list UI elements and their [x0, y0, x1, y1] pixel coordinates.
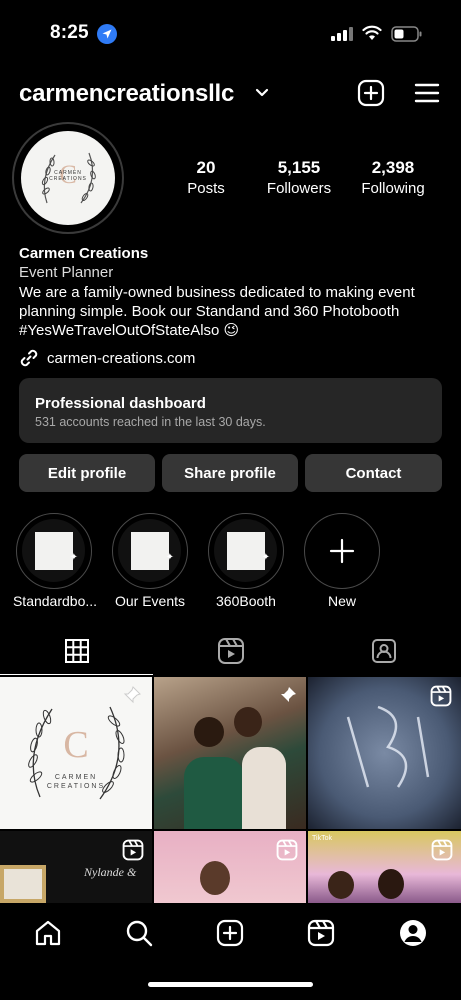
menu-icon[interactable] — [414, 82, 440, 104]
highlight-new[interactable] — [304, 513, 380, 589]
logo-text-line: CARMEN — [54, 774, 98, 781]
profile-bio: We are a family-owned business dedicated… — [19, 284, 415, 339]
highlight-our-events[interactable]: ✦ — [112, 513, 188, 589]
names-overlay: Nylande & — [84, 865, 137, 879]
reels-icon — [218, 638, 244, 664]
link-icon — [20, 349, 38, 367]
svg-text:C: C — [63, 724, 88, 766]
reels-nav-tab[interactable] — [307, 919, 335, 947]
tagged-user-icon — [372, 639, 396, 663]
profile-icon — [400, 920, 426, 946]
post-tile[interactable]: TikTok — [308, 831, 461, 903]
highlight-360booth[interactable]: ✦ — [208, 513, 284, 589]
reel-icon — [431, 839, 453, 861]
highlight-label: Our Events — [114, 593, 186, 609]
post-tile[interactable] — [154, 677, 306, 829]
tiktok-badge: TikTok — [312, 835, 332, 842]
home-tab[interactable] — [34, 919, 62, 947]
profile-category: Event Planner — [19, 264, 114, 281]
dashboard-subtitle: 531 accounts reached in the last 30 days… — [35, 415, 266, 429]
logo-text-line: CREATIONS — [46, 783, 106, 790]
create-icon — [216, 919, 244, 947]
highlight-label: New — [327, 593, 356, 609]
search-tab[interactable] — [125, 919, 153, 947]
search-icon — [126, 920, 153, 947]
edit-profile-button[interactable]: Edit profile — [19, 454, 155, 492]
post-tile[interactable]: C CARMEN CREATIONS — [0, 677, 152, 829]
create-tab[interactable] — [216, 919, 244, 947]
create-post-icon[interactable] — [357, 79, 385, 107]
active-tab-indicator — [0, 674, 153, 675]
wifi-icon — [362, 25, 382, 41]
reels-icon — [307, 919, 335, 947]
profile-display-name: Carmen Creations — [19, 245, 149, 262]
followers-count[interactable]: 5,155 Followers — [254, 158, 344, 197]
tagged-tab[interactable] — [370, 637, 398, 665]
highlight-standardbooth[interactable]: ✦ — [16, 513, 92, 589]
profile-link-text[interactable]: carmen-creations.com — [47, 350, 195, 367]
post-tile[interactable]: Nylande & — [0, 831, 152, 903]
battery-icon — [391, 26, 423, 42]
grid-icon — [65, 639, 89, 663]
plus-icon — [329, 538, 355, 564]
location-icon — [97, 24, 117, 44]
avatar-logo-text: CARMEN CREATIONS — [49, 170, 87, 182]
following-count[interactable]: 2,398 Following — [348, 158, 438, 197]
post-tile[interactable] — [308, 677, 461, 829]
reel-icon — [276, 839, 298, 861]
status-time: 8:25 — [50, 22, 89, 43]
reel-icon — [430, 685, 452, 707]
chevron-down-icon[interactable] — [255, 88, 269, 98]
reels-tab[interactable] — [217, 637, 245, 665]
professional-dashboard[interactable]: Professional dashboard 531 accounts reac… — [19, 378, 442, 443]
grid-tab[interactable] — [64, 638, 90, 664]
highlight-label: Standardbo... — [12, 593, 98, 609]
profile-tab[interactable] — [398, 918, 428, 948]
home-indicator[interactable] — [148, 982, 313, 987]
dashboard-title: Professional dashboard — [35, 395, 206, 412]
pin-icon — [123, 686, 141, 704]
highlight-label: 360Booth — [216, 593, 276, 609]
posts-count[interactable]: 20 Posts — [161, 158, 251, 197]
pin-icon — [281, 687, 296, 702]
profile-link[interactable]: carmen-creations.com — [19, 348, 195, 368]
profile-username[interactable]: carmencreationsllc — [19, 80, 234, 108]
contact-button[interactable]: Contact — [305, 454, 442, 492]
share-profile-button[interactable]: Share profile — [162, 454, 298, 492]
cellular-signal-icon — [331, 27, 353, 41]
reel-icon — [122, 839, 144, 861]
post-tile[interactable] — [154, 831, 306, 903]
home-icon — [35, 920, 61, 946]
